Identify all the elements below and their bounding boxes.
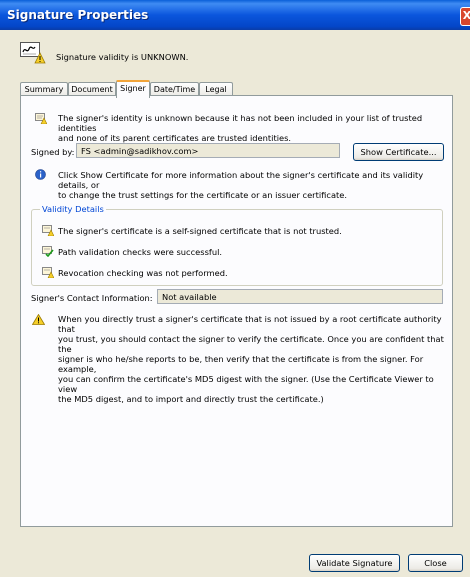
tab-document[interactable]: Document bbox=[68, 82, 116, 96]
tab-label: Date/Time bbox=[153, 85, 196, 94]
contact-info-field: Not available bbox=[157, 289, 443, 304]
warning-line: signer is who he/she reports to be, then… bbox=[58, 354, 424, 374]
title-bar[interactable]: Signature Properties X bbox=[0, 0, 470, 30]
show-certificate-button[interactable]: Show Certificate... bbox=[353, 143, 444, 161]
tab-legal[interactable]: Legal bbox=[199, 82, 233, 96]
tab-label: Document bbox=[71, 85, 113, 94]
warning-line: you trust, you should contact the signer… bbox=[58, 334, 444, 354]
validity-details-label: Validity Details bbox=[40, 204, 106, 214]
signed-by-label: Signed by: bbox=[31, 147, 75, 157]
tab-label: Legal bbox=[205, 85, 227, 94]
close-window-button[interactable]: X bbox=[460, 7, 470, 26]
close-button[interactable]: Close bbox=[408, 554, 463, 572]
validate-signature-button[interactable]: Validate Signature bbox=[309, 554, 400, 572]
tab-date-time[interactable]: Date/Time bbox=[150, 82, 199, 96]
identity-message: The signer's identity is unknown because… bbox=[58, 113, 452, 143]
close-icon: X bbox=[463, 9, 470, 22]
validity-item-self-signed: The signer's certificate is a self-signe… bbox=[58, 226, 342, 236]
info-icon bbox=[35, 169, 46, 180]
contact-info-label: Signer's Contact Information: bbox=[31, 293, 153, 303]
tab-summary[interactable]: Summary bbox=[20, 82, 68, 96]
identity-message-line: The signer's identity is unknown because… bbox=[58, 113, 423, 133]
validity-item-path: Path validation checks were successful. bbox=[58, 247, 223, 257]
info-line: Click Show Certificate for more informat… bbox=[58, 170, 424, 190]
show-certificate-info: Click Show Certificate for more informat… bbox=[58, 170, 452, 200]
window-title: Signature Properties bbox=[7, 8, 149, 22]
validity-item-revocation: Revocation checking was not performed. bbox=[58, 268, 228, 278]
certificate-warning-icon bbox=[42, 267, 54, 278]
tab-label: Summary bbox=[24, 85, 64, 94]
validity-status-text: Signature validity is UNKNOWN. bbox=[56, 52, 189, 62]
signer-tab-panel: The signer's identity is unknown because… bbox=[20, 95, 453, 527]
signed-by-field: FS <admin@sadikhov.com> bbox=[76, 143, 340, 158]
info-line: to change the trust settings for the cer… bbox=[58, 190, 348, 200]
trust-warning-text: When you directly trust a signer's certi… bbox=[58, 314, 452, 404]
signature-warning-icon bbox=[20, 42, 46, 64]
warning-line: you can confirm the certificate's MD5 di… bbox=[58, 374, 434, 394]
warning-line: When you directly trust a signer's certi… bbox=[58, 314, 442, 334]
warning-icon bbox=[32, 314, 45, 325]
tab-label: Signer bbox=[120, 84, 146, 93]
tab-signer[interactable]: Signer bbox=[116, 80, 150, 98]
warning-line: the MD5 digest, and to import and direct… bbox=[58, 394, 324, 404]
certificate-warning-icon bbox=[42, 225, 54, 236]
validity-details-group: Validity Details The signer's certificat… bbox=[31, 204, 443, 286]
certificate-check-icon bbox=[42, 246, 54, 257]
certificate-warning-icon bbox=[35, 113, 47, 124]
identity-message-line: and none of its parent certificates are … bbox=[58, 133, 292, 143]
